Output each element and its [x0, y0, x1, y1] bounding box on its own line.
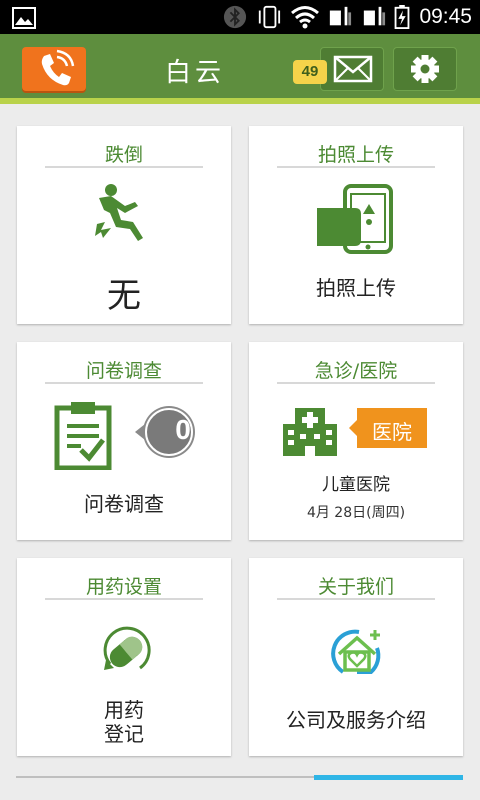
page-title: 白云 — [164, 58, 225, 88]
medication-card-title: 用药设置 — [85, 576, 162, 598]
divider — [277, 598, 435, 600]
messages-button[interactable] — [320, 47, 384, 91]
divider — [45, 382, 203, 384]
sim2-signal-icon — [363, 6, 386, 26]
survey-label: 问卷调查 — [84, 492, 164, 516]
pill-icon — [103, 626, 151, 670]
envelope-icon — [333, 55, 373, 83]
phone-photo-icon — [317, 184, 393, 254]
about-us-card[interactable]: 关于我们 公司及服务介绍 — [249, 558, 463, 756]
photo-card-title: 拍照上传 — [317, 144, 394, 166]
message-count-badge: 49 — [293, 60, 327, 84]
fall-person-icon — [95, 184, 143, 241]
vibrate-icon — [258, 5, 281, 29]
photo-upload-label: 拍照上传 — [316, 276, 396, 300]
wifi-icon — [291, 6, 319, 29]
gallery-notification-icon — [12, 7, 36, 29]
clipboard-check-icon — [54, 402, 112, 470]
settings-button[interactable] — [393, 47, 457, 91]
header-accent-bar — [0, 98, 480, 104]
medication-label-line2: 登记 — [104, 722, 144, 746]
fall-card[interactable]: 跌倒 无 — [17, 126, 231, 324]
hospital-name: 儿童医院 — [322, 475, 390, 495]
emergency-hospital-card[interactable]: 急诊/医院 医院 儿童医院 4月 28日(周四) — [249, 342, 463, 540]
phone-icon — [41, 49, 75, 86]
medication-card[interactable]: 用药设置 用药 登记 — [17, 558, 231, 756]
call-button[interactable] — [22, 47, 86, 91]
page-scroll-thumb[interactable] — [314, 775, 463, 780]
fall-status-value: 无 — [107, 276, 141, 316]
emergency-card-title: 急诊/医院 — [314, 360, 398, 382]
hospital-building-icon — [283, 408, 337, 456]
battery-charging-icon — [394, 5, 410, 29]
fall-card-title: 跌倒 — [104, 144, 143, 166]
divider — [45, 598, 203, 600]
sim1-signal-icon — [329, 6, 352, 26]
about-card-title: 关于我们 — [317, 576, 394, 598]
home-heart-icon — [331, 629, 381, 674]
hospital-tag: 医院 — [372, 420, 412, 444]
survey-card[interactable]: 问卷调查 0 问卷调查 — [17, 342, 231, 540]
divider — [277, 166, 435, 168]
hospital-date: 4月 28日(周四) — [306, 505, 406, 521]
divider — [277, 382, 435, 384]
status-time: 09:45 — [419, 5, 472, 28]
bluetooth-icon — [223, 5, 247, 29]
app-header: 白云 49 — [0, 34, 480, 104]
survey-card-title: 问卷调查 — [85, 360, 162, 382]
about-label: 公司及服务介绍 — [286, 708, 426, 732]
survey-count: 0 — [175, 414, 191, 445]
photo-upload-card[interactable]: 拍照上传 拍照上传 — [249, 126, 463, 324]
gear-icon — [411, 55, 439, 83]
divider — [45, 166, 203, 168]
status-bar: 09:45 — [0, 0, 480, 34]
